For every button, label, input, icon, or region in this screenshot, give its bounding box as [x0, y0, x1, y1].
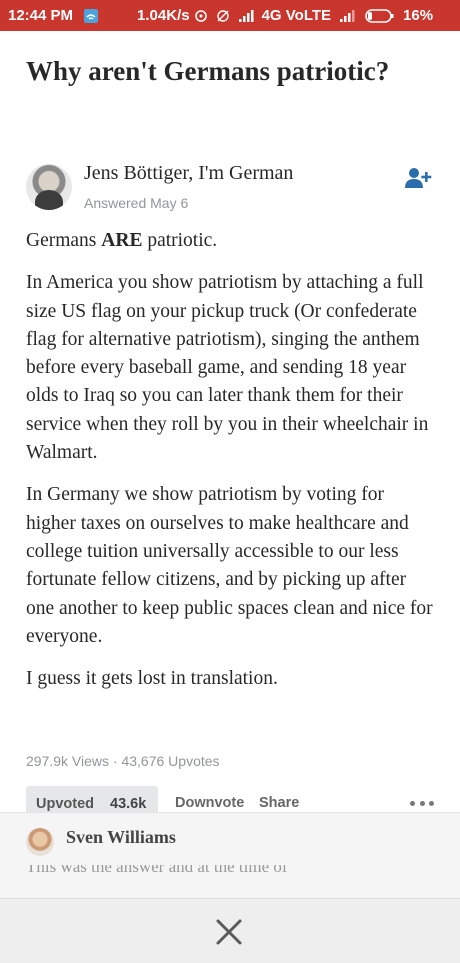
status-time: 12:44 PM	[8, 7, 74, 24]
share-button[interactable]: Share	[259, 795, 299, 811]
signal-icon	[238, 9, 256, 23]
answer-paragraph-1: Germans ARE patriotic.	[26, 227, 438, 255]
battery-level: 16%	[403, 7, 434, 24]
answer-p1-bold: ARE	[101, 230, 143, 251]
downvote-button[interactable]: Downvote	[175, 795, 244, 811]
wifi-icon	[83, 8, 99, 24]
status-bar: 12:44 PM 1.04K/s 4G VoLTE 16%	[0, 0, 460, 31]
comment-author[interactable]: Sven Williams	[66, 827, 176, 848]
answer-paragraph-2: In America you show patriotism by attach…	[26, 272, 429, 464]
sync-icon	[194, 9, 208, 23]
battery-icon	[365, 8, 395, 23]
answer-paragraph-4: I guess it gets lost in translation.	[26, 668, 278, 690]
upvote-label: Upvoted	[36, 796, 94, 812]
comment-snippet-text: This was the answer and at the time of	[26, 865, 288, 876]
alarm-off-icon	[216, 9, 230, 23]
comment-avatar[interactable]	[26, 828, 54, 856]
answer-p1-prefix: Germans	[26, 230, 102, 251]
question-title[interactable]: Why aren't Germans patriotic?	[26, 53, 426, 89]
comment-snippet: This was the answer and at the time of	[26, 865, 438, 877]
answer-date: Answered May 6	[84, 195, 189, 211]
answer-body: Germans ARE patriotic. In America you sh…	[26, 227, 438, 707]
add-person-icon[interactable]	[404, 166, 432, 190]
close-icon[interactable]	[214, 917, 244, 947]
network-type: 4G VoLTE	[261, 7, 332, 24]
close-bar	[0, 898, 460, 963]
more-dots-icon[interactable]	[410, 795, 434, 811]
signal-icon-2	[339, 9, 357, 23]
answer-stats[interactable]: 297.9k Views · 43,676 Upvotes	[26, 753, 220, 769]
upvote-count: 43.6k	[110, 796, 147, 812]
author-avatar[interactable]	[26, 164, 72, 210]
answer-p1-suffix: patriotic.	[142, 230, 218, 251]
author-name[interactable]: Jens Böttiger, I'm German	[84, 162, 293, 185]
answer-author-row: Jens Böttiger, I'm German Answered May 6	[26, 162, 436, 214]
network-speed: 1.04K/s	[137, 7, 190, 24]
answer-paragraph-3: In Germany we show patriotism by voting …	[26, 484, 433, 647]
